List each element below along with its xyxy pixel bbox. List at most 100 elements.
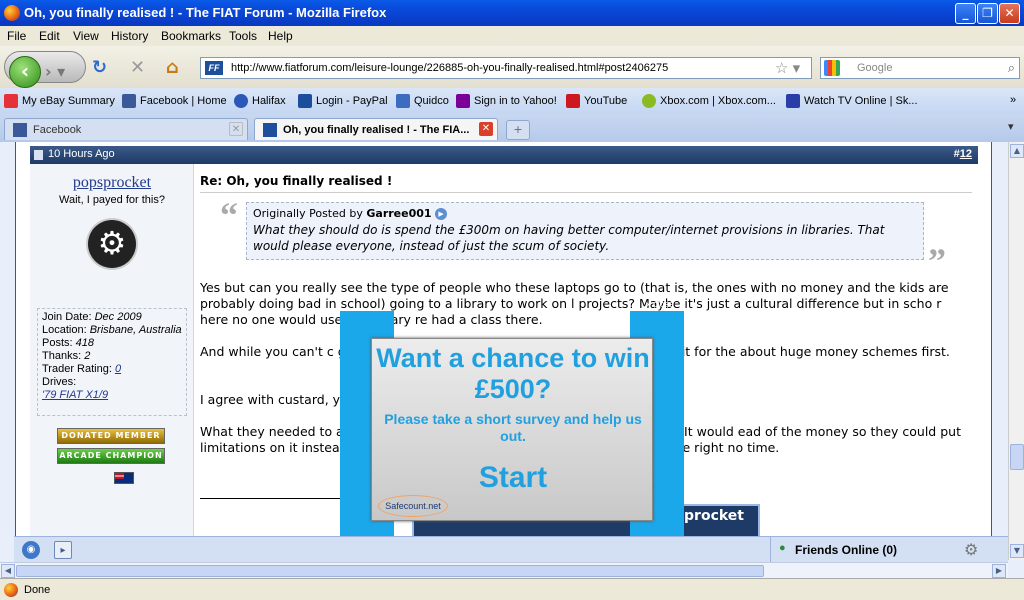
vertical-scrollbar[interactable]: ▲ ▼ xyxy=(1008,142,1024,560)
back-forward-group: ‹ › ▾ xyxy=(4,51,86,88)
window-title: Oh, you finally realised ! - The FIAT Fo… xyxy=(24,5,387,20)
bookmark-ebay[interactable]: My eBay Summary xyxy=(4,94,115,108)
bookmarks-toolbar: My eBay Summary Facebook | Home Halifax … xyxy=(0,88,1024,114)
menu-bookmarks[interactable]: Bookmarks xyxy=(161,29,221,43)
quote-text: What they should do is spend the £300m o… xyxy=(253,223,885,253)
scroll-left-arrow-icon[interactable]: ◀ xyxy=(1,564,15,578)
facebook-tab-icon xyxy=(13,123,27,137)
tab-close-icon[interactable]: ✕ xyxy=(479,122,493,136)
reload-icon[interactable]: ↻ xyxy=(92,57,107,78)
scroll-down-arrow-icon[interactable]: ▼ xyxy=(1010,544,1024,558)
username-link[interactable]: popsprocket xyxy=(30,174,194,192)
address-bar[interactable]: FF http://www.fiatforum.com/leisure-loun… xyxy=(200,57,812,79)
australia-flag-icon xyxy=(114,472,134,484)
post-number[interactable]: #12 xyxy=(954,148,972,160)
ad-headline: Want a chance to win £500? xyxy=(376,343,650,404)
bookmark-sky[interactable]: Watch TV Online | Sk... xyxy=(786,94,918,108)
status-text: Done xyxy=(24,584,51,596)
navigation-toolbar: ‹ › ▾ ↻ ✕ ⌂ FF http://www.fiatforum.com/… xyxy=(0,46,1024,88)
post-icon xyxy=(34,150,43,160)
bottom-toolbar: ◉ ▸ Friends Online (0) ⚙ xyxy=(14,536,1008,563)
arcade-champion-badge: ARCADE CHAMPION xyxy=(57,448,165,464)
youtube-icon xyxy=(566,94,580,108)
bookmark-halifax[interactable]: Halifax xyxy=(234,94,286,108)
menu-history[interactable]: History xyxy=(111,29,148,43)
settings-gear-icon[interactable]: ⚙ xyxy=(964,540,978,559)
user-title: Wait, I payed for this? xyxy=(59,194,165,206)
url-text: http://www.fiatforum.com/leisure-lounge/… xyxy=(231,62,669,74)
scroll-right-arrow-icon[interactable]: ▶ xyxy=(992,564,1006,578)
donated-member-badge: DONATED MEMBER xyxy=(57,428,165,444)
menu-help[interactable]: Help xyxy=(268,29,293,43)
view-post-icon[interactable]: ▶ xyxy=(435,208,448,220)
tab-facebook[interactable]: Facebook ✕ xyxy=(4,118,248,140)
bookmarks-overflow-icon[interactable]: » xyxy=(1010,94,1016,106)
menu-tools[interactable]: Tools xyxy=(229,29,257,43)
post-header: 10 Hours Ago #12 xyxy=(30,146,978,164)
quidco-icon xyxy=(396,94,410,108)
tab-strip: Facebook ✕ Oh, you finally realised ! - … xyxy=(0,114,1024,142)
status-firefox-icon xyxy=(4,583,18,597)
post-divider xyxy=(200,192,972,193)
ad-card[interactable]: Want a chance to win £500? Please take a… xyxy=(371,338,653,521)
ad-close-link[interactable]: x close xyxy=(646,299,674,309)
open-quote-icon: “ xyxy=(220,195,238,235)
horizontal-scrollbar[interactable]: ◀ ▶ xyxy=(0,562,1008,578)
title-bar: Oh, you finally realised ! - The FIAT Fo… xyxy=(0,0,1024,26)
magnifier-icon[interactable]: ⌕ xyxy=(1008,60,1015,76)
home-icon[interactable]: ⌂ xyxy=(166,57,179,78)
user-car-link[interactable]: '79 FIAT X1/9 xyxy=(42,389,108,401)
facebook-icon xyxy=(122,94,136,108)
ad-start-button[interactable]: Start xyxy=(372,461,654,495)
bookmark-youtube[interactable]: YouTube xyxy=(566,94,627,108)
close-window-button[interactable]: ✕ xyxy=(999,3,1020,24)
stop-icon[interactable]: ✕ xyxy=(130,57,145,78)
xbox-icon xyxy=(642,94,656,108)
yahoo-icon xyxy=(456,94,470,108)
post-time: 10 Hours Ago xyxy=(48,148,115,160)
new-tab-button[interactable]: + xyxy=(506,120,530,140)
friends-online-button[interactable]: Friends Online (0) xyxy=(770,537,960,563)
menu-edit[interactable]: Edit xyxy=(39,29,60,43)
horizontal-scroll-thumb[interactable] xyxy=(16,565,764,577)
ad-subheadline: Please take a short survey and help us o… xyxy=(384,411,642,444)
bookmark-paypal[interactable]: Login - PayPal xyxy=(298,94,388,108)
paypal-icon xyxy=(298,94,312,108)
gear-avatar-icon[interactable]: ⚙ xyxy=(88,220,136,268)
status-bar: Done xyxy=(0,578,1024,600)
quote-block: Originally Posted by Garree001 ▶ What th… xyxy=(246,202,924,260)
user-info-box: Join Date: Dec 2009 Location: Brisbane, … xyxy=(37,308,187,416)
bookmark-quidco[interactable]: Quidco xyxy=(396,94,449,108)
window-icon[interactable]: ▸ xyxy=(54,541,72,559)
scroll-up-arrow-icon[interactable]: ▲ xyxy=(1010,144,1024,158)
bookmark-facebook[interactable]: Facebook | Home xyxy=(122,94,227,108)
forward-arrow-icon[interactable]: › ▾ xyxy=(45,62,65,81)
user-panel: popsprocket Wait, I payed for this? ⚙ Jo… xyxy=(30,164,194,536)
bookmark-star-icon[interactable]: ☆ ▾ xyxy=(775,59,800,77)
ebay-icon xyxy=(4,94,18,108)
tab-list-icon[interactable]: ▾ xyxy=(1008,120,1014,133)
bookmark-yahoo[interactable]: Sign in to Yahoo! xyxy=(456,94,557,108)
vertical-scroll-thumb[interactable] xyxy=(1010,444,1024,470)
halifax-icon xyxy=(234,94,248,108)
search-box[interactable]: Google ⌕ xyxy=(820,57,1020,79)
site-favicon-icon: FF xyxy=(205,61,223,75)
close-quote-icon: ” xyxy=(928,241,946,281)
tab-close-icon[interactable]: ✕ xyxy=(229,122,243,136)
survey-popup-ad: x close Want a chance to win £500? Pleas… xyxy=(340,299,684,546)
quote-author: Garree001 xyxy=(366,207,432,220)
maximize-button[interactable]: ❐ xyxy=(977,3,998,24)
firefox-logo-icon xyxy=(4,5,20,21)
menu-view[interactable]: View xyxy=(73,29,99,43)
trader-rating-link[interactable]: 0 xyxy=(115,363,121,375)
tab-fiat-forum[interactable]: Oh, you finally realised ! - The FIA... … xyxy=(254,118,498,140)
globe-icon[interactable]: ◉ xyxy=(22,541,40,559)
minimize-button[interactable]: _ xyxy=(955,3,976,24)
back-arrow-icon[interactable]: ‹ xyxy=(9,56,41,88)
post-title: Re: Oh, you finally realised ! xyxy=(200,174,393,188)
bookmark-xbox[interactable]: Xbox.com | Xbox.com... xyxy=(642,94,776,108)
menu-file[interactable]: File xyxy=(7,29,26,43)
search-placeholder: Google xyxy=(857,62,893,74)
sky-icon xyxy=(786,94,800,108)
google-icon[interactable] xyxy=(824,60,840,76)
